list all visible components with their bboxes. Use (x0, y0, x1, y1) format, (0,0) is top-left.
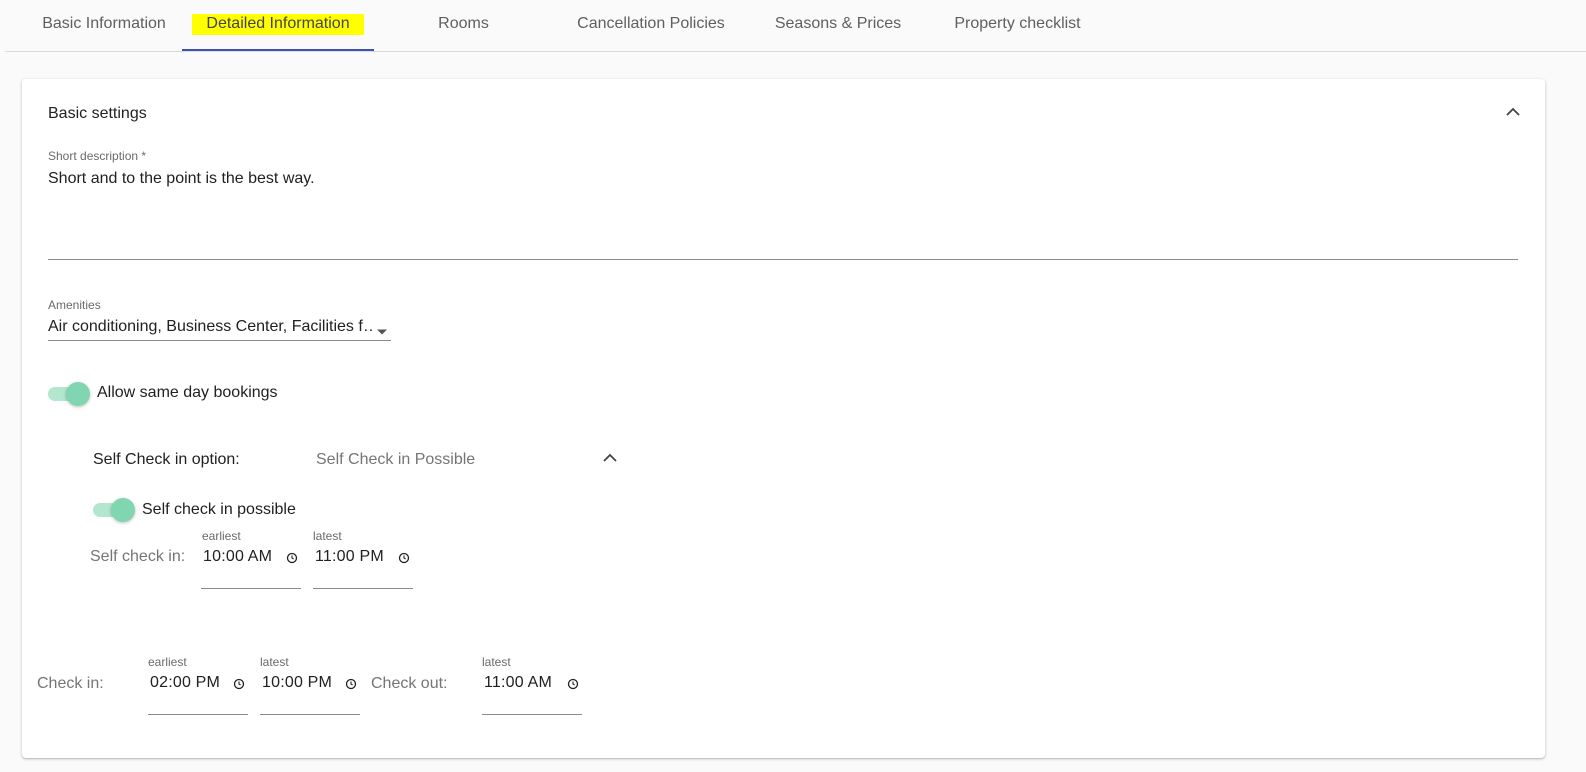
time-value: 10:00 AM (203, 548, 273, 565)
check-in-earliest-input[interactable]: 02:00 PM (148, 674, 248, 715)
clock-icon[interactable] (345, 677, 357, 690)
tab-seasons-prices[interactable]: Seasons & Prices (760, 0, 916, 50)
time-value: 10:00 PM (262, 674, 333, 691)
time-value: 11:00 PM (315, 548, 384, 565)
time-value: 02:00 PM (150, 674, 221, 691)
tab-label: Cancellation Policies (577, 15, 725, 32)
self-check-in-option-label: Self Check in option: (93, 451, 240, 468)
dropdown-arrow-icon[interactable] (376, 323, 388, 335)
short-description-field[interactable]: Short description * Short and to the poi… (48, 149, 1518, 260)
tab-detailed-information[interactable]: Detailed Information (182, 0, 374, 51)
short-description-underline (48, 259, 1518, 260)
self-check-in-earliest-label: earliest (202, 529, 241, 543)
tab-rooms[interactable]: Rooms (385, 0, 542, 50)
tab-basic-information[interactable]: Basic Information (17, 0, 191, 50)
self-check-in-earliest-input[interactable]: 10:00 AM (201, 548, 301, 589)
amenities-select[interactable]: Amenities Air conditioning, Business Cen… (48, 298, 391, 342)
tab-label: Property checklist (954, 15, 1081, 32)
card-title: Basic settings (48, 105, 147, 122)
chevron-up-icon[interactable] (1505, 104, 1521, 120)
tab-cancellation-policies[interactable]: Cancellation Policies (565, 0, 737, 50)
self-check-in-toggle[interactable] (93, 498, 135, 522)
self-check-in-row-label: Self check in: (90, 548, 186, 565)
tab-bar: Basic Information Detailed Information R… (5, 0, 1586, 52)
clock-icon[interactable] (398, 551, 410, 564)
self-check-in-latest-input[interactable]: 11:00 PM (313, 548, 413, 589)
self-check-in-latest-label: latest (313, 529, 342, 543)
tab-label: Seasons & Prices (774, 15, 902, 32)
chevron-up-icon[interactable] (602, 450, 618, 466)
amenities-label: Amenities (48, 298, 101, 312)
same-day-bookings-label: Allow same day bookings (97, 384, 278, 401)
self-check-in-toggle-label: Self check in possible (142, 501, 296, 518)
tab-label: Detailed Information (192, 14, 364, 35)
tab-label: Basic Information (42, 15, 166, 32)
short-description-label: Short description * (48, 149, 147, 163)
tab-property-checklist[interactable]: Property checklist (940, 0, 1095, 50)
check-in-earliest-label: earliest (148, 655, 187, 669)
time-value: 11:00 AM (484, 674, 553, 691)
check-in-latest-label: latest (260, 655, 289, 669)
toggle-thumb (66, 382, 90, 406)
clock-icon[interactable] (286, 551, 298, 564)
check-out-latest-label: latest (482, 655, 511, 669)
amenities-value: Air conditioning, Business Center, Facil… (48, 318, 373, 335)
clock-icon[interactable] (233, 677, 245, 690)
check-in-latest-input[interactable]: 10:00 PM (260, 674, 360, 715)
toggle-thumb (111, 498, 135, 522)
clock-icon[interactable] (567, 677, 579, 690)
check-out-label: Check out: (371, 675, 448, 692)
basic-settings-card: Basic settings Short description * Short… (22, 79, 1545, 758)
tab-label: Rooms (438, 15, 489, 32)
check-in-label: Check in: (37, 675, 104, 692)
amenities-underline (48, 340, 391, 341)
check-out-latest-input[interactable]: 11:00 AM (482, 674, 582, 715)
short-description-value[interactable]: Short and to the point is the best way. (48, 170, 315, 188)
self-check-in-option-value[interactable]: Self Check in Possible (316, 451, 475, 469)
same-day-bookings-toggle[interactable] (48, 382, 90, 406)
